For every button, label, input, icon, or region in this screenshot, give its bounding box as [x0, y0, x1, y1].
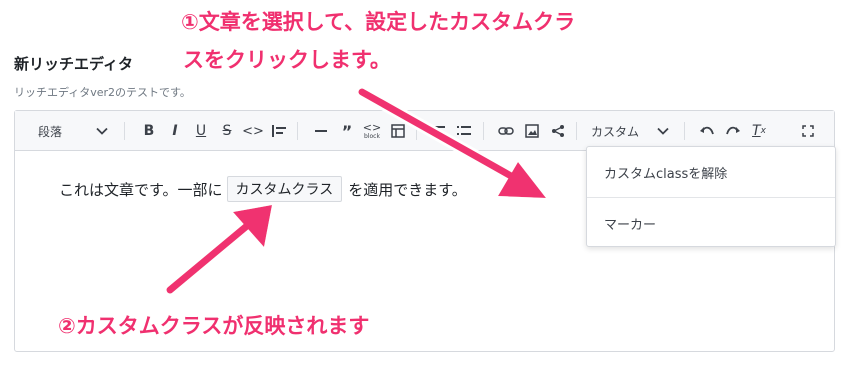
arrow-to-dropdown — [358, 88, 546, 198]
arrow-to-custom-span — [166, 205, 272, 294]
annotation-step1-line1: ①文章を選択して、設定したカスタムクラ — [181, 10, 576, 34]
annotation-step2: ②カスタムクラスが反映されます — [58, 314, 370, 338]
annotation-step1-line2: スをクリックします。 — [183, 48, 391, 72]
